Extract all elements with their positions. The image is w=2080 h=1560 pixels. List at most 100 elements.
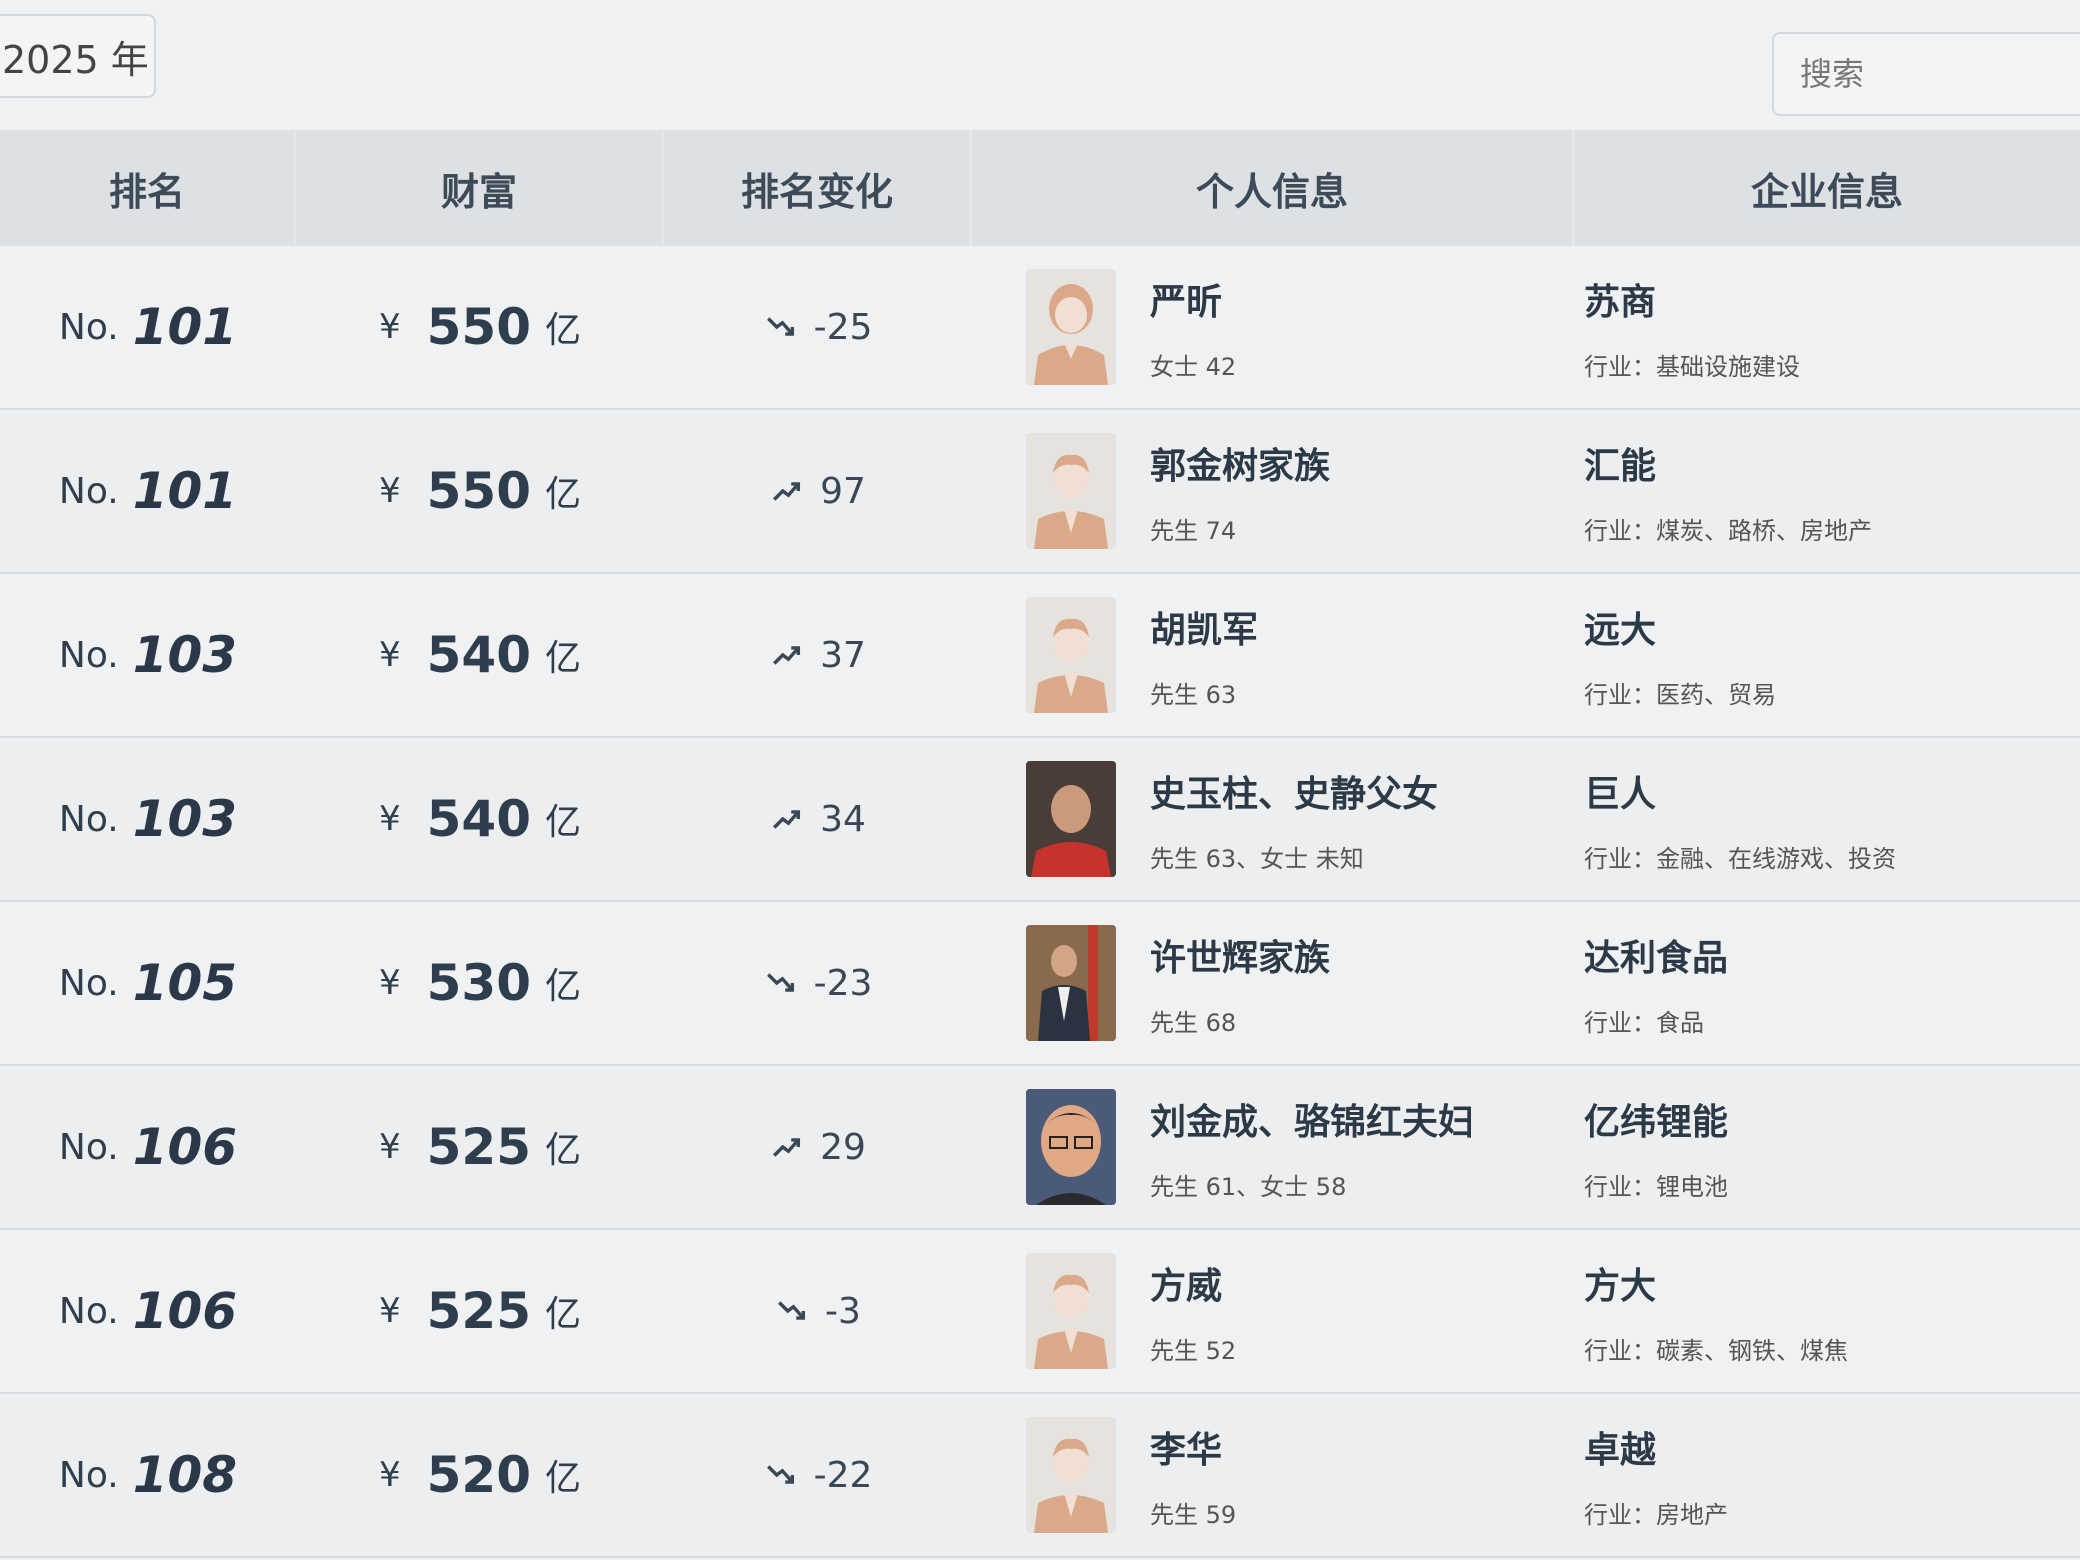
company-name[interactable]: 远大 xyxy=(1584,601,1656,653)
wealth-value: 525 xyxy=(426,1118,531,1176)
rank-prefix: No. xyxy=(58,798,119,840)
wealth-unit: 亿 xyxy=(545,802,582,843)
search-box[interactable] xyxy=(1772,32,2080,116)
person-info: 刘金成、骆锦红夫妇 先生 61、女士 58 xyxy=(1150,1093,1474,1202)
currency-symbol: ¥ xyxy=(378,1127,401,1167)
company-name[interactable]: 方大 xyxy=(1584,1257,1656,1309)
rank-cell: No. 101 xyxy=(0,410,296,572)
company-name[interactable]: 苏商 xyxy=(1584,273,1656,325)
table-row[interactable]: No. 106 ¥525 亿 -3 方威 先生 52 方大 行业：碳素、钢铁、煤焦 xyxy=(0,1230,2080,1394)
rank-cell: No. 101 xyxy=(0,246,296,408)
person-info: 史玉柱、史静父女先生 63、女士 未知 xyxy=(1150,765,1438,874)
person-cell: 李华 先生 59 xyxy=(972,1394,1574,1556)
wealth-unit: 亿 xyxy=(545,1458,582,1499)
wealth-cell: ¥525 亿 xyxy=(296,1066,664,1228)
wealth-cell: ¥540 亿 xyxy=(296,738,664,900)
company-cell: 远大行业：医药、贸易 xyxy=(1574,574,2080,736)
company-name[interactable]: 亿纬锂能 xyxy=(1584,1093,1728,1145)
person-cell: 刘金成、骆锦红夫妇 先生 61、女士 58 xyxy=(972,1066,1574,1228)
currency-symbol: ¥ xyxy=(378,635,401,675)
rank-number: 101 xyxy=(132,462,238,520)
wealth-value: 550 xyxy=(426,462,531,520)
search-input[interactable] xyxy=(1800,55,2080,93)
header-wealth[interactable]: 财富 xyxy=(296,130,664,246)
rank-change-value: -25 xyxy=(813,306,873,348)
avatar[interactable] xyxy=(1026,597,1116,713)
rank-number: 105 xyxy=(132,954,238,1012)
wealth-value: 550 xyxy=(426,298,531,356)
avatar[interactable] xyxy=(1026,1417,1116,1533)
person-info: 郭金树家族 先生 74 xyxy=(1150,437,1330,546)
company-name[interactable]: 汇能 xyxy=(1584,437,1656,489)
table-header: 排名 财富 排名变化 个人信息 企业信息 xyxy=(0,130,2080,246)
wealth-cell: ¥550 亿 xyxy=(296,410,664,572)
person-name[interactable]: 方威 xyxy=(1150,1257,1236,1309)
table-row[interactable]: No. 108 ¥520 亿 -22 李华 先生 59 卓越 行业：房地产 xyxy=(0,1394,2080,1558)
trend-down-icon xyxy=(764,310,798,344)
person-name[interactable]: 严昕 xyxy=(1150,273,1236,325)
company-industry: 行业：医药、贸易 xyxy=(1584,680,1776,709)
person-name[interactable]: 许世辉家族 xyxy=(1150,929,1330,981)
rank-cell: No. 105 xyxy=(0,902,296,1064)
currency-symbol: ¥ xyxy=(378,799,401,839)
wealth-value: 540 xyxy=(426,626,531,684)
avatar[interactable] xyxy=(1026,761,1116,877)
company-industry: 行业：房地产 xyxy=(1584,1500,1728,1529)
rank-change-cell: 34 xyxy=(664,738,972,900)
year-select[interactable]: 2025 年 xyxy=(0,14,156,98)
person-meta: 先生 68 xyxy=(1150,1008,1237,1037)
rank-prefix: No. xyxy=(58,962,119,1004)
table-row[interactable]: No. 101 ¥550 亿 -25 严昕 女士 42 苏商行业：基础设施建设 xyxy=(0,246,2080,410)
table-row[interactable]: No. 101 ¥550 亿 97 郭金树家族 先生 74 汇能 行业：煤炭、路桥、房地产 xyxy=(0,410,2080,574)
rank-change-value: 97 xyxy=(820,470,866,512)
table-row[interactable]: No. 105 ¥530 亿 -23 许世辉家族 先生 68 达利食品 行业：食品 xyxy=(0,902,2080,1066)
currency-symbol: ¥ xyxy=(378,307,401,347)
avatar[interactable] xyxy=(1026,1253,1116,1369)
person-meta: 先生 63 xyxy=(1150,680,1237,709)
rank-number: 108 xyxy=(132,1446,238,1504)
person-name[interactable]: 郭金树家族 xyxy=(1150,437,1330,489)
rank-number: 103 xyxy=(132,790,238,848)
company-name[interactable]: 巨人 xyxy=(1584,765,1656,817)
wealth-value: 525 xyxy=(426,1282,531,1340)
person-info: 方威先生 52 xyxy=(1150,1257,1236,1366)
rank-cell: No. 106 xyxy=(0,1066,296,1228)
rank-cell: No. 106 xyxy=(0,1230,296,1392)
filter-bar: 2025 年 xyxy=(0,0,2080,130)
person-name[interactable]: 史玉柱、史静父女 xyxy=(1150,765,1438,817)
wealth-cell: ¥525 亿 xyxy=(296,1230,664,1392)
person-info: 严昕 女士 42 xyxy=(1150,273,1236,382)
person-name[interactable]: 李华 xyxy=(1150,1421,1236,1473)
rank-change-value: 34 xyxy=(820,798,866,840)
rank-change-value: 37 xyxy=(820,634,866,676)
table-row[interactable]: No. 103 ¥540 亿 37 胡凯军 先生 63 远大 行业：医药、贸易 xyxy=(0,574,2080,738)
avatar[interactable] xyxy=(1026,433,1116,549)
trend-down-icon xyxy=(775,1294,809,1328)
table-row[interactable]: No. 106 ¥525 亿 29 刘金成、骆锦红夫妇 先生 61、女士 58 亿纬锂能 行业：… xyxy=(0,1066,2080,1230)
table-row[interactable]: No. 103 ¥540 亿 34 史玉柱、史静父女 先生 63、女士 未知 巨人 行业：金融、… xyxy=(0,738,2080,902)
person-cell: 许世辉家族先生 68 xyxy=(972,902,1574,1064)
currency-symbol: ¥ xyxy=(378,471,401,511)
header-rank-change[interactable]: 排名变化 xyxy=(664,130,972,246)
person-name[interactable]: 刘金成、骆锦红夫妇 xyxy=(1150,1093,1474,1145)
company-name[interactable]: 达利食品 xyxy=(1584,929,1728,981)
table-body: No. 101 ¥550 亿 -25 严昕 女士 42 苏商 行业：基础设施建设 No. 101 ¥5… xyxy=(0,246,2080,1558)
wealth-cell: ¥540 亿 xyxy=(296,574,664,736)
avatar[interactable] xyxy=(1026,269,1116,385)
wealth-unit: 亿 xyxy=(545,966,582,1007)
company-industry: 行业：基础设施建设 xyxy=(1584,352,1800,381)
company-cell: 汇能 行业：煤炭、路桥、房地产 xyxy=(1574,410,2080,572)
rank-number: 101 xyxy=(132,298,238,356)
rank-change-cell: -23 xyxy=(664,902,972,1064)
avatar[interactable] xyxy=(1026,925,1116,1041)
header-company-info: 企业信息 xyxy=(1750,169,1903,214)
currency-symbol: ¥ xyxy=(378,963,401,1003)
company-name[interactable]: 卓越 xyxy=(1584,1421,1656,1473)
avatar[interactable] xyxy=(1026,1089,1116,1205)
header-rank[interactable]: 排名 xyxy=(0,130,296,246)
wealth-cell: ¥550 亿 xyxy=(296,246,664,408)
rank-change-value: -3 xyxy=(825,1290,861,1332)
person-name[interactable]: 胡凯军 xyxy=(1150,601,1258,653)
person-meta: 先生 52 xyxy=(1150,1336,1237,1365)
person-meta: 先生 63、女士 未知 xyxy=(1150,844,1364,873)
